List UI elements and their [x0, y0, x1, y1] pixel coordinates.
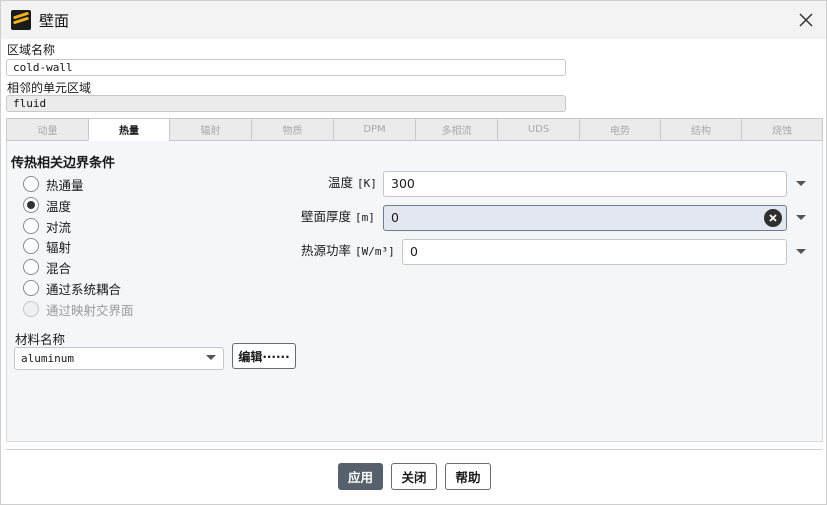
- material-select[interactable]: aluminum: [14, 347, 224, 370]
- material-dropdown-arrow[interactable]: [206, 355, 216, 360]
- wall-thickness-input[interactable]: 0: [383, 205, 787, 231]
- radio-heat-flux[interactable]: 热通量: [23, 175, 84, 193]
- temperature-dropdown-arrow[interactable]: [796, 181, 806, 186]
- zone-name-field[interactable]: cold-wall: [6, 59, 566, 76]
- tab-multiphase: 多相流: [415, 118, 497, 141]
- temperature-input[interactable]: 300: [383, 171, 787, 197]
- tab-species: 物质: [251, 118, 333, 141]
- heat-source-label: 热源功率 [W/m³]: [301, 243, 395, 258]
- tab-dpm: DPM: [333, 118, 415, 141]
- radio-temperature[interactable]: 温度: [23, 196, 71, 214]
- radio-mixed[interactable]: 混合: [23, 258, 71, 276]
- help-button[interactable]: 帮助: [445, 463, 491, 490]
- adjacent-zone-field: fluid: [6, 95, 566, 112]
- tab-thermal[interactable]: 热量: [88, 118, 169, 141]
- edit-material-button[interactable]: 编辑······: [232, 343, 296, 369]
- tab-bar: 动量 热量 辐射 物质 DPM 多相流 UDS 电势 结构 烧蚀: [6, 118, 823, 141]
- title-bar[interactable]: 壁面: [1, 1, 826, 39]
- tab-uds: UDS: [497, 118, 579, 141]
- radio-radiation[interactable]: 辐射: [23, 237, 71, 255]
- tab-radiation[interactable]: 辐射: [169, 118, 251, 141]
- zone-name-label: 区域名称: [7, 43, 56, 57]
- close-window-button[interactable]: [793, 7, 819, 33]
- heat-source-input[interactable]: 0: [402, 239, 787, 265]
- tab-momentum[interactable]: 动量: [6, 118, 88, 141]
- material-name-label: 材料名称: [15, 332, 66, 347]
- heat-source-dropdown-arrow[interactable]: [796, 249, 806, 254]
- close-button[interactable]: 关闭: [391, 463, 437, 490]
- close-icon: [799, 13, 813, 27]
- tab-ablation: 烧蚀: [741, 118, 823, 141]
- adjacent-zone-label: 相邻的单元区域: [7, 81, 92, 95]
- footer-divider: [6, 449, 823, 450]
- apply-button[interactable]: 应用: [338, 463, 383, 490]
- window-title: 壁面: [39, 12, 70, 30]
- wall-dialog: 壁面 区域名称 cold-wall 相邻的单元区域 fluid 动量 热量 辐射…: [0, 0, 827, 505]
- radio-mapped-interface: 通过映射交界面: [23, 300, 134, 318]
- thermal-conditions-title: 传热相关边界条件: [11, 156, 116, 171]
- radio-convection[interactable]: 对流: [23, 217, 71, 235]
- fluent-app-icon: [11, 10, 31, 30]
- clear-icon[interactable]: [764, 209, 782, 227]
- wall-thickness-dropdown-arrow[interactable]: [796, 215, 806, 220]
- radio-system-coupling[interactable]: 通过系统耦合: [23, 279, 121, 297]
- tab-structure: 结构: [660, 118, 741, 141]
- tab-potential: 电势: [579, 118, 660, 141]
- temperature-label: 温度 [K]: [328, 175, 377, 190]
- wall-thickness-label: 壁面厚度 [m]: [301, 209, 375, 224]
